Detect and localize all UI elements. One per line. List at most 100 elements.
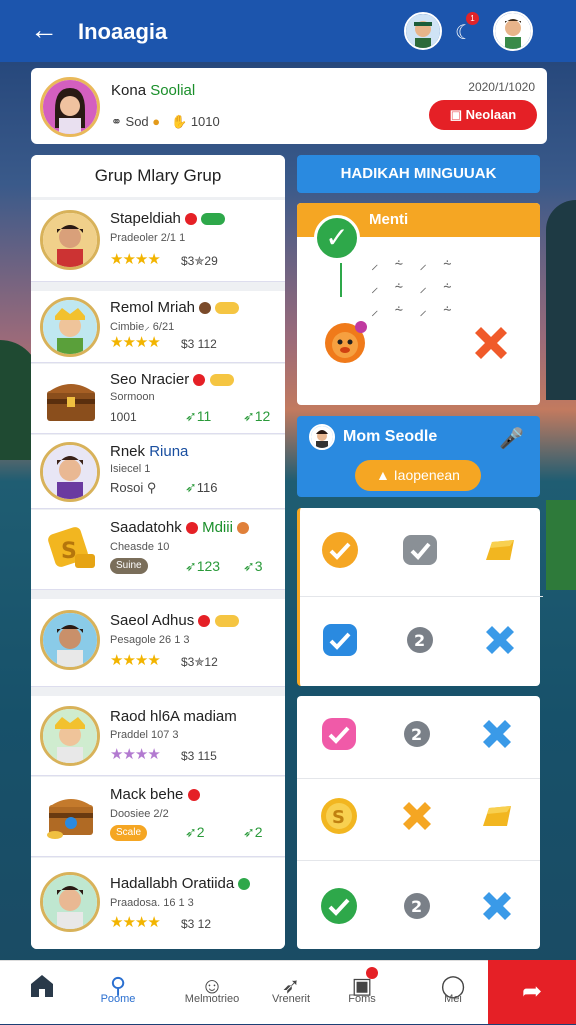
grey-coin-icon[interactable]: 2 bbox=[397, 714, 437, 754]
cross-icon[interactable] bbox=[467, 319, 515, 367]
rating-stars-icon: ★★★★ bbox=[110, 251, 161, 268]
list-item-name-text: Hadallabh Oratiida bbox=[110, 875, 235, 892]
exit-button[interactable]: ➦ bbox=[488, 960, 576, 1024]
list-item-sub-2: Rosoi ⚲ bbox=[110, 480, 156, 496]
list-item-name-text: Seo Nracier bbox=[110, 371, 190, 388]
treasure-chest-icon bbox=[41, 369, 101, 429]
check-icon[interactable]: ✓ bbox=[314, 215, 360, 261]
gold-bar-icon[interactable] bbox=[480, 530, 520, 570]
list-item[interactable]: Rnek Riuna Isiecel 1 Rosoi ⚲ ➶116 bbox=[31, 435, 285, 509]
list-item-value-1-text: 2 bbox=[196, 824, 205, 840]
avatar bbox=[40, 872, 100, 932]
list-item-sub: Praadosa. 16 1 3 bbox=[110, 897, 194, 909]
coin-icon: ● bbox=[152, 114, 161, 129]
avatar bbox=[40, 442, 100, 502]
hand-icon: ✋ bbox=[171, 114, 188, 129]
voice-panel: Mom Seodle 🎤 ▲ Iaopenean bbox=[297, 416, 540, 497]
status-dot-icon bbox=[198, 615, 211, 628]
rating-stars-icon: ★★★★ bbox=[110, 652, 161, 669]
nav-mei[interactable]: ◯ Mei bbox=[418, 961, 488, 1025]
flex-icon: ➶ bbox=[243, 824, 255, 840]
list-item[interactable]: S Saadatohk Mdiii Cheasde 10 Suine ➶123 … bbox=[31, 510, 285, 590]
list-item-name: Stapeldiah bbox=[110, 210, 226, 227]
list-item-value-3: ➶12 bbox=[243, 408, 270, 425]
voice-avatar[interactable] bbox=[309, 424, 335, 450]
list-item-score: $3 112 bbox=[181, 337, 217, 351]
list-item-sub: Cimbie⸝ 6/21 bbox=[110, 321, 175, 333]
background-grass-right bbox=[546, 500, 576, 590]
list-item-name: Saeol Adhus bbox=[110, 612, 239, 629]
grey-coin-icon[interactable]: 2 bbox=[397, 886, 437, 926]
list-item-value-1: 1001 bbox=[110, 410, 137, 424]
status-dot-icon bbox=[238, 878, 251, 891]
list-item-sub: Pradeoler 2/1 1 bbox=[110, 232, 186, 244]
profile-name-second: Soolial bbox=[150, 82, 196, 99]
green-check-icon[interactable] bbox=[319, 886, 359, 926]
avatar bbox=[40, 706, 100, 766]
avatar-friend[interactable] bbox=[404, 12, 442, 50]
profile-timestamp: 2020/1/1020 bbox=[468, 80, 535, 94]
list-item[interactable]: Hadallabh Oratiida Praadosa. 16 1 3 ★★★★… bbox=[31, 858, 285, 949]
profile-action-button[interactable]: ▣ Neolaan bbox=[429, 100, 537, 130]
flex-icon: ➶ bbox=[243, 558, 255, 574]
gold-coin-icon[interactable]: S bbox=[319, 796, 359, 836]
profile-avatar[interactable] bbox=[40, 77, 100, 137]
app-title: Inoaagia bbox=[78, 19, 168, 44]
microphone-icon[interactable]: 🎤 bbox=[499, 426, 524, 451]
grid-divider bbox=[297, 860, 540, 861]
back-arrow-icon[interactable]: ← bbox=[30, 16, 58, 44]
progress-line bbox=[340, 263, 342, 297]
list-item-chip: Suine bbox=[110, 558, 148, 574]
list-item[interactable]: Raod hl6A madiam Praddel 107 3 ★★★★ $3 1… bbox=[31, 696, 285, 776]
list-item-name-a: Rnek bbox=[110, 443, 150, 460]
nav-vrenerit[interactable]: ➶ Vrenerit bbox=[254, 961, 328, 1025]
svg-text:2: 2 bbox=[414, 631, 425, 650]
list-item-name: Remol Mriah bbox=[110, 299, 240, 316]
open-button[interactable]: ▲ Iaopenean bbox=[355, 460, 481, 491]
exit-icon: ➦ bbox=[521, 978, 543, 1005]
list-item-name-text: Remol Mriah bbox=[110, 299, 196, 316]
list-item-name: Saadatohk Mdiii bbox=[110, 519, 250, 536]
list-item-name: Hadallabh Oratiida bbox=[110, 875, 251, 892]
chat-icon: ⚭ bbox=[111, 114, 122, 129]
list-item-value-2-text: 11 bbox=[196, 408, 212, 424]
list-item-name-text: Saeol Adhus bbox=[110, 612, 195, 629]
orange-check-icon[interactable] bbox=[320, 530, 360, 570]
avatar bbox=[40, 297, 100, 357]
rating-stars-icon: ★★★★ bbox=[110, 334, 161, 351]
grey-check-icon[interactable] bbox=[400, 530, 440, 570]
list-item-name-a: Saadatohk bbox=[110, 519, 186, 536]
nav-home[interactable] bbox=[0, 961, 84, 1025]
notification-badge: 1 bbox=[466, 12, 479, 25]
blue-cross-icon[interactable] bbox=[477, 714, 517, 754]
list-item[interactable]: Mack behe Doosiee 2/2 Scale ➶2 ➶2 bbox=[31, 777, 285, 857]
reward-grid-1: 2 bbox=[297, 508, 543, 686]
nav-melmotrieo[interactable]: ☺ Melmotrieo bbox=[170, 961, 254, 1025]
nav-foms[interactable]: ▣ Foms bbox=[328, 961, 396, 1025]
rating-stars-icon: ★★★★ bbox=[110, 914, 161, 931]
list-item-value-3-text: 12 bbox=[254, 408, 271, 424]
grey-coin-icon[interactable]: 2 bbox=[400, 620, 440, 660]
list-item[interactable]: Seo Nracier Sormoon 1001 ➶11 ➶12 bbox=[31, 364, 285, 434]
list-item[interactable]: Remol Mriah Cimbie⸝ 6/21 ★★★★ $3 112 bbox=[31, 291, 285, 363]
list-item-name-b: Mdiii bbox=[202, 519, 233, 536]
hadikah-button[interactable]: HADIKAH MINGUUAK bbox=[297, 155, 540, 193]
list-item-name: Mack behe bbox=[110, 786, 200, 803]
orange-cross-icon[interactable] bbox=[397, 796, 437, 836]
gold-bar-icon[interactable] bbox=[477, 796, 517, 836]
list-item[interactable]: Saeol Adhus Pesagole 26 1 3 ★★★★ $3✯12 bbox=[31, 599, 285, 687]
profile-card[interactable]: Kona Soolial ⚭ Sod ● ✋ 1010 2020/1/1020 … bbox=[31, 68, 547, 144]
lion-mascot-icon[interactable] bbox=[319, 315, 375, 371]
list-item-score: $3✯12 bbox=[181, 655, 218, 669]
pink-check-icon[interactable] bbox=[319, 714, 359, 754]
blue-cross-icon[interactable] bbox=[477, 886, 517, 926]
list-item[interactable]: Stapeldiah Pradeoler 2/1 1 ★★★★ $3✯29 bbox=[31, 200, 285, 282]
nav-poome[interactable]: ⚲ Poome bbox=[84, 961, 152, 1025]
list-item-value-2: ➶11 bbox=[185, 408, 211, 425]
level-tag bbox=[215, 302, 240, 315]
blue-cross-icon[interactable] bbox=[480, 620, 520, 660]
list-item-value-1: ➶2 bbox=[185, 824, 205, 841]
avatar-user[interactable] bbox=[493, 11, 533, 51]
flex-icon: ➶ bbox=[185, 479, 197, 495]
blue-check-icon[interactable] bbox=[320, 620, 360, 660]
